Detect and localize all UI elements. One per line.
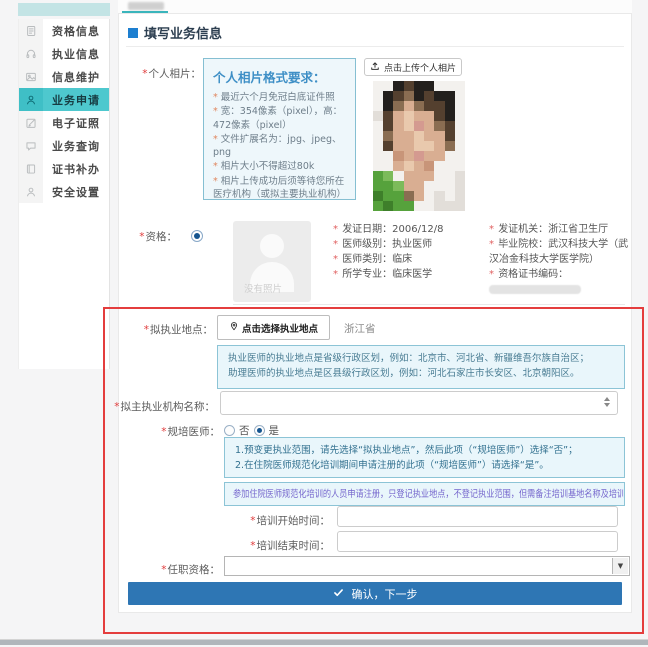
training-end-input[interactable]: [337, 531, 618, 552]
photo-requirements-box: 个人相片格式要求： * 最近六个月免冠白底证件照* 宽：354像素（pixel）…: [203, 58, 356, 200]
sidebar-item-label: 业务查询: [43, 134, 109, 157]
trainee-option-no-label: 否: [239, 423, 250, 438]
sidebar-item-label: 业务申请: [43, 88, 109, 111]
upload-photo-button[interactable]: 点击上传个人相片: [364, 58, 462, 76]
trainee-radio-no[interactable]: [224, 425, 235, 436]
training-start-input[interactable]: [337, 506, 618, 527]
sidebar-item-label: 证书补办: [43, 157, 109, 180]
trainee-option-yes-label: 是: [269, 423, 280, 438]
sidebar-item[interactable]: 安全设置: [19, 180, 109, 203]
requirement-item: * 宽：354像素（pixel），高：472像素（pixel）: [213, 105, 346, 132]
sidebar-item-label: 执业信息: [43, 42, 109, 65]
user-gear-icon: [19, 180, 43, 203]
photo-requirements-list: * 最近六个月免冠白底证件照* 宽：354像素（pixel），高：472像素（p…: [213, 91, 346, 200]
trainee-radio-yes[interactable]: [254, 425, 265, 436]
requirement-item: * 相片上传成功后须等待您所在医疗机构（或拟主要执业机构）审核: [213, 175, 346, 200]
divider: [126, 46, 624, 47]
practice-location-label: *拟执业地点：: [120, 322, 213, 337]
tab-strip: [118, 0, 632, 13]
sidebar-item-label: 信息维护: [43, 65, 109, 88]
divider: [233, 304, 625, 305]
page-title: 填写业务信息: [128, 23, 222, 42]
sidebar-item[interactable]: 业务申请: [19, 88, 109, 111]
trainee-hint-box: 1.预变更执业范围，请先选择“拟执业地点”，然后此项（“规培医师”）选择“否”；…: [224, 437, 625, 478]
sidebar-menu: 资格信息执业信息信息维护业务申请电子证照业务查询证书补办安全设置: [18, 19, 110, 369]
training-start-label: *培训开始时间：: [210, 513, 330, 528]
sidebar-item[interactable]: 证书补办: [19, 157, 109, 180]
trainee-radio-group: 否 是: [224, 423, 279, 438]
qualification-field: * 医师级别：执业医师: [333, 237, 483, 252]
dropdown-arrow-icon[interactable]: ▼: [612, 558, 628, 574]
qualification-field: * 发证机关：浙江省卫生厅: [489, 222, 631, 237]
qualification-fields-left: * 发证日期：2006/12/8* 医师级别：执业医师* 医师类别：临床* 所学…: [333, 222, 483, 282]
job-qualification-select[interactable]: ▼: [224, 556, 630, 576]
location-hint-box: 执业医师的执业地点是省级行政区划，例如：北京市、河北省、新疆维吾尔族自治区； 助…: [217, 345, 625, 389]
org-name-label: *拟主执业机构名称：: [105, 399, 215, 414]
qualification-field: * 发证日期：2006/12/8: [333, 222, 483, 237]
sidebar-top-accent: [18, 3, 110, 16]
qualification-label: *资格：: [125, 229, 177, 244]
photo-icon: [19, 65, 43, 88]
qualification-field: * 所学专业：临床医学: [333, 267, 483, 282]
personal-photo-label: *个人相片：: [125, 66, 201, 81]
location-pin-icon: [229, 321, 239, 334]
upload-icon: [370, 61, 380, 74]
document-icon: [19, 19, 43, 42]
book-icon: [19, 157, 43, 180]
sidebar-item-label: 电子证照: [43, 111, 109, 134]
qualification-field: * 资格证书编码：: [489, 267, 631, 297]
qualification-radio[interactable]: [191, 230, 203, 242]
spinner-arrows-icon: [604, 397, 610, 407]
confirm-next-button[interactable]: 确认，下一步: [128, 582, 622, 605]
sidebar-item[interactable]: 业务查询: [19, 134, 109, 157]
org-name-select[interactable]: [220, 391, 618, 415]
no-photo-text: 没有照片: [244, 281, 282, 295]
sidebar-item[interactable]: 电子证照: [19, 111, 109, 134]
sidebar-item-label: 安全设置: [43, 180, 109, 203]
qualification-field: * 毕业院校：武汉科技大学（武汉冶金科技大学医学院）: [489, 237, 631, 267]
select-practice-location-button[interactable]: 点击选择执业地点: [217, 315, 330, 340]
sidebar-item[interactable]: 资格信息: [19, 19, 109, 42]
job-qualification-label: *任职资格：: [130, 562, 220, 577]
trainee-label: *规培医师：: [125, 424, 220, 439]
edit-icon: [19, 111, 43, 134]
requirement-item: * 相片大小不得超过80k: [213, 160, 346, 173]
sidebar-item-label: 资格信息: [43, 19, 109, 42]
check-icon: [333, 587, 344, 601]
active-tab-redacted[interactable]: [128, 2, 164, 10]
trainee-note-box: 参加住院医师规范化培训的人员申请注册，只登记执业地点，不登记执业范围，但需备注培…: [224, 482, 625, 506]
page: 资格信息执业信息信息维护业务申请电子证照业务查询证书补办安全设置 填写业务信息 …: [0, 0, 648, 647]
training-end-label: *培训结束时间：: [210, 538, 330, 553]
user-icon: [19, 88, 43, 111]
requirement-item: * 文件扩展名为：jpg、jpeg、png: [213, 133, 346, 160]
sidebar-item[interactable]: 执业信息: [19, 42, 109, 65]
title-bullet-square: [128, 28, 138, 38]
chat-icon: [19, 134, 43, 157]
headset-icon: [19, 42, 43, 65]
requirement-item: * 最近六个月免冠白底证件照: [213, 91, 346, 104]
no-photo-placeholder: 没有照片: [233, 221, 311, 302]
photo-requirements-title: 个人相片格式要求：: [213, 67, 346, 86]
selected-location-text: 浙江省: [344, 321, 376, 336]
qualification-fields-right: * 发证机关：浙江省卫生厅* 毕业院校：武汉科技大学（武汉冶金科技大学医学院）*…: [489, 222, 631, 297]
bottom-scrollbar[interactable]: [0, 640, 648, 645]
silhouette-head: [260, 234, 284, 258]
sidebar-item[interactable]: 信息维护: [19, 65, 109, 88]
portrait-photo: [373, 81, 465, 211]
qualification-field: * 医师类别：临床: [333, 252, 483, 267]
redacted-value: [489, 285, 581, 294]
